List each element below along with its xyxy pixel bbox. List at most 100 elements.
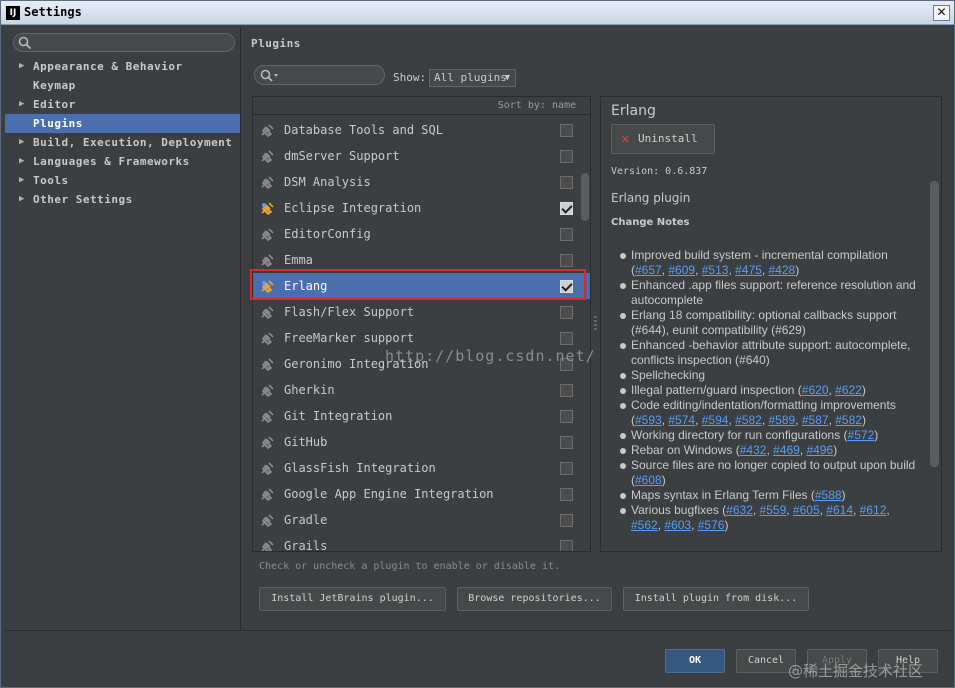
plugin-enabled-checkbox[interactable] [560,436,573,449]
issue-link[interactable]: #608 [635,473,662,487]
issue-link[interactable]: #469 [773,443,800,457]
expand-arrow-icon[interactable]: ▶ [19,133,25,152]
sidebar-search-input[interactable] [13,33,235,52]
sidebar-item-tools[interactable]: ▶ Tools [5,171,240,190]
plugin-enabled-checkbox[interactable] [560,540,573,551]
issue-link[interactable]: #428 [769,263,796,277]
expand-arrow-icon[interactable]: ▶ [19,57,25,76]
plugin-name: Erlang [611,103,656,119]
plugin-enabled-checkbox[interactable] [560,254,573,267]
plugin-enabled-checkbox[interactable] [560,332,573,345]
issue-link[interactable]: #593 [635,413,662,427]
plugin-enabled-checkbox[interactable] [560,176,573,189]
plugin-name-label: GlassFish Integration [284,461,436,475]
plugin-row[interactable]: Flash/Flex Support [253,299,590,325]
issue-link[interactable]: #632 [726,503,753,517]
issue-link[interactable]: #605 [793,503,820,517]
plugin-enabled-checkbox[interactable] [560,202,573,215]
settings-window: IJ Settings ✕ ▶ Appearance & Behavior Keym… [0,0,955,688]
browse-repositories-button[interactable]: Browse repositories... [457,587,612,611]
sidebar-item-plugins[interactable]: Plugins [5,114,240,133]
chevron-down-icon: ▼ [504,73,510,83]
issue-link[interactable]: #614 [826,503,853,517]
change-note-text: Spellchecking [631,368,706,382]
expand-arrow-icon[interactable]: ▶ [19,190,25,209]
plugin-enabled-checkbox[interactable] [560,150,573,163]
sidebar-item-languages-frameworks[interactable]: ▶ Languages & Frameworks [5,152,240,171]
issue-link[interactable]: #582 [835,413,862,427]
issue-link[interactable]: #475 [735,263,762,277]
plugin-enabled-checkbox[interactable] [560,228,573,241]
issue-link[interactable]: #622 [835,383,862,397]
issue-link[interactable]: #588 [815,488,842,502]
change-note-item: Various bugfixes (#632, #559, #605, #614… [619,503,919,533]
close-button[interactable]: ✕ [933,5,950,21]
plugin-enabled-checkbox[interactable] [560,384,573,397]
plugin-row[interactable]: GitHub [253,429,590,455]
install-jetbrains-plugin-button[interactable]: Install JetBrains plugin... [259,587,446,611]
title-bar[interactable]: IJ Settings ✕ [1,1,954,25]
details-scrollbar[interactable] [930,181,939,467]
issue-link[interactable]: #589 [769,413,796,427]
sidebar-item-other-settings[interactable]: ▶ Other Settings [5,190,240,209]
plugin-enabled-checkbox[interactable] [560,124,573,137]
issue-link[interactable]: #612 [860,503,887,517]
sidebar-item-editor[interactable]: ▶ Editor [5,95,240,114]
issue-link[interactable]: #496 [806,443,833,457]
plugin-enabled-checkbox[interactable] [560,410,573,423]
plugin-row[interactable]: Database Tools and SQL [253,117,590,143]
issue-link[interactable]: #572 [848,428,875,442]
plugin-search-input[interactable] [254,65,385,85]
expand-arrow-icon[interactable]: ▶ [19,152,25,171]
corner-watermark: @稀土掘金技术社区 [788,662,924,680]
plugin-row[interactable]: Google App Engine Integration [253,481,590,507]
splitter-handle[interactable] [594,316,597,332]
plugin-list-scrollbar[interactable] [581,173,589,221]
issue-link[interactable]: #559 [760,503,787,517]
plugin-row[interactable]: Grails [253,533,590,551]
issue-link[interactable]: #574 [668,413,695,427]
sidebar-item-build-execution-deployment[interactable]: ▶ Build, Execution, Deployment [5,133,240,152]
issue-link[interactable]: #594 [702,413,729,427]
plugin-row[interactable]: Git Integration [253,403,590,429]
plugin-row[interactable]: dmServer Support [253,143,590,169]
plugin-row[interactable]: GlassFish Integration [253,455,590,481]
plugin-enabled-checkbox[interactable] [560,462,573,475]
plug-icon [261,488,274,501]
sidebar-item-appearance-behavior[interactable]: ▶ Appearance & Behavior [5,57,240,76]
issue-link[interactable]: #562 [631,518,658,532]
expand-arrow-icon[interactable]: ▶ [19,171,25,190]
issue-link[interactable]: #620 [802,383,829,397]
uninstall-button[interactable]: ✕ Uninstall [611,124,715,154]
issue-link[interactable]: #582 [735,413,762,427]
plugin-name-label: DSM Analysis [284,175,371,189]
issue-link[interactable]: #609 [668,263,695,277]
plugin-name-label: EditorConfig [284,227,371,241]
plugin-row[interactable]: Gradle [253,507,590,533]
show-filter-dropdown[interactable]: All plugins ▼ [429,69,516,87]
issue-link[interactable]: #603 [664,518,691,532]
install-plugin-from-disk-button[interactable]: Install plugin from disk... [623,587,809,611]
cancel-button[interactable]: Cancel [736,649,796,673]
plugin-row[interactable]: EditorConfig [253,221,590,247]
plugin-name-label: Database Tools and SQL [284,123,443,137]
issue-link[interactable]: #587 [802,413,829,427]
plug-icon [261,514,274,527]
plugin-row[interactable]: Eclipse Integration [253,195,590,221]
issue-link[interactable]: #513 [702,263,729,277]
plugin-row[interactable]: DSM Analysis [253,169,590,195]
plugin-row[interactable]: Gherkin [253,377,590,403]
uninstall-x-icon: ✕ [621,131,630,147]
change-note-item: Enhanced .app files support: reference r… [619,278,919,308]
ok-button[interactable]: OK [665,649,725,673]
plugin-enabled-checkbox[interactable] [560,488,573,501]
change-note-item: Enhanced -behavior attribute support: au… [619,338,919,368]
issue-link[interactable]: #432 [740,443,767,457]
issue-link[interactable]: #657 [635,263,662,277]
expand-arrow-icon[interactable]: ▶ [19,95,25,114]
issue-link[interactable]: #576 [698,518,725,532]
sidebar-item-keymap[interactable]: Keymap [5,76,240,95]
plugin-enabled-checkbox[interactable] [560,306,573,319]
sort-by-control[interactable]: Sort by: name [253,97,590,115]
plugin-enabled-checkbox[interactable] [560,514,573,527]
